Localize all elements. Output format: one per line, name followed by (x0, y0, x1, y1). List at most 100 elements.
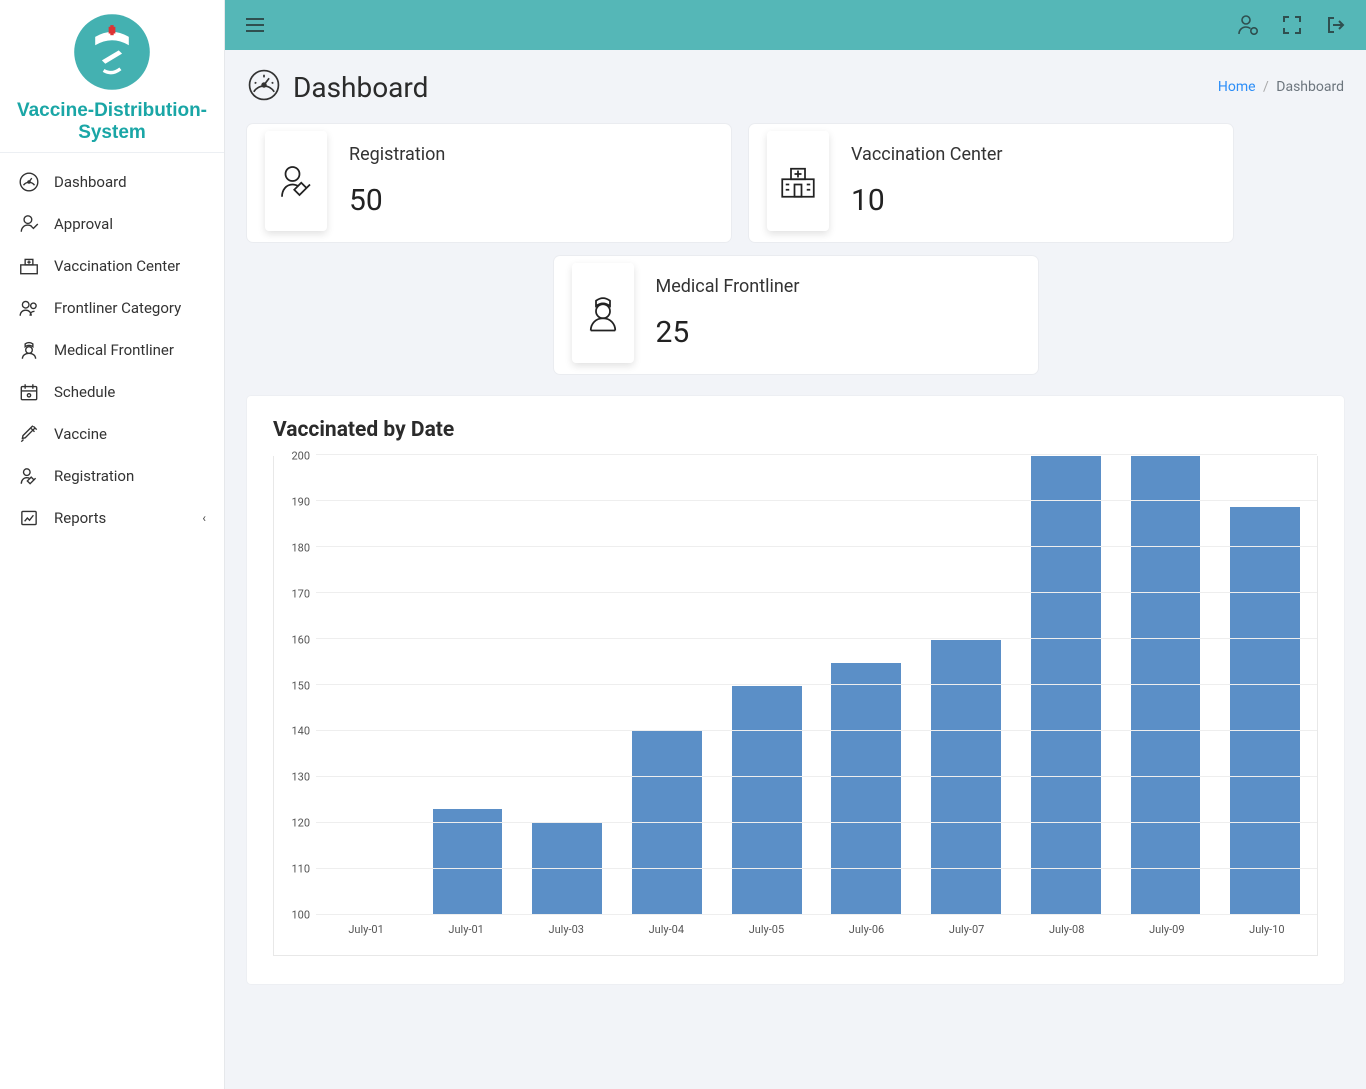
y-tick: 190 (291, 495, 310, 508)
chevron-left-icon: ‹ (202, 511, 206, 525)
chart-panel: Vaccinated by Date 100 110 120 130 140 150 160… (247, 396, 1344, 984)
people-icon (18, 297, 40, 319)
y-tick: 100 (291, 909, 310, 922)
bar-slot (418, 456, 518, 915)
sidebar-item-frontliner-category[interactable]: Frontliner Category (0, 287, 224, 329)
sidebar-item-label: Schedule (54, 383, 115, 401)
bar-slot (617, 456, 717, 915)
stat-card-medical-frontliner: Medical Frontliner 25 (554, 256, 1038, 374)
bar (1131, 456, 1201, 915)
brand-logo (70, 10, 154, 98)
sidebar-item-vaccine[interactable]: Vaccine (0, 413, 224, 455)
fullscreen-icon[interactable] (1280, 13, 1304, 37)
bar (632, 731, 702, 915)
breadcrumb-separator: / (1263, 79, 1269, 95)
sidebar-item-registration[interactable]: Registration (0, 455, 224, 497)
x-label: July-10 (1217, 923, 1317, 936)
sidebar-item-medical-frontliner[interactable]: Medical Frontliner (0, 329, 224, 371)
approval-icon (18, 213, 40, 235)
stat-value: 10 (851, 183, 1209, 218)
y-tick: 120 (291, 817, 310, 830)
grid-line (316, 454, 1317, 455)
brand-title: Vaccine-Distribution-System (0, 100, 224, 144)
breadcrumb-current: Dashboard (1276, 79, 1344, 95)
bar-slot (517, 456, 617, 915)
grid-line (316, 822, 1317, 823)
stat-value: 25 (656, 315, 1014, 350)
chart-plot (316, 456, 1317, 915)
y-tick: 200 (291, 450, 310, 463)
y-tick: 130 (291, 771, 310, 784)
sidebar-item-vaccination-center[interactable]: Vaccination Center (0, 245, 224, 287)
breadcrumb-home[interactable]: Home (1218, 79, 1256, 95)
grid-line (316, 500, 1317, 501)
grid-line (316, 776, 1317, 777)
y-tick: 140 (291, 725, 310, 738)
chart-title: Vaccinated by Date (273, 418, 1318, 442)
bar (1230, 507, 1300, 916)
page-header: Dashboard Home / Dashboard (247, 68, 1344, 106)
page-title: Dashboard (293, 71, 428, 104)
bar (433, 809, 503, 915)
user-settings-icon[interactable] (1236, 13, 1260, 37)
menu-toggle-icon[interactable] (243, 13, 267, 37)
grid-line (316, 730, 1317, 731)
stat-card-vaccination-center: Vaccination Center 10 (749, 124, 1233, 242)
hospital-icon (18, 255, 40, 277)
sidebar-item-dashboard[interactable]: Dashboard (0, 161, 224, 203)
stat-card-registration: Registration 50 (247, 124, 731, 242)
sidebar-item-label: Reports (54, 509, 106, 527)
x-label: July-01 (416, 923, 516, 936)
y-tick: 150 (291, 679, 310, 692)
y-tick: 160 (291, 633, 310, 646)
y-tick: 180 (291, 541, 310, 554)
sidebar-item-reports[interactable]: Reports ‹ (0, 497, 224, 539)
stat-label: Medical Frontliner (656, 276, 1014, 297)
bar-slot (717, 456, 817, 915)
sidebar-item-label: Medical Frontliner (54, 341, 174, 359)
bar (732, 686, 802, 916)
x-label: July-03 (516, 923, 616, 936)
bar-slot (817, 456, 917, 915)
sidebar: Vaccine-Distribution-System Dashboard App… (0, 0, 225, 1089)
logout-icon[interactable] (1324, 13, 1348, 37)
calendar-icon (18, 381, 40, 403)
topbar (225, 0, 1366, 50)
stat-value: 50 (349, 183, 707, 218)
x-label: July-05 (716, 923, 816, 936)
sidebar-item-approval[interactable]: Approval (0, 203, 224, 245)
x-label: July-01 (316, 923, 416, 936)
sidebar-item-label: Dashboard (54, 173, 127, 191)
stat-label: Registration (349, 144, 707, 165)
register-icon (18, 465, 40, 487)
bar-slot (1016, 456, 1116, 915)
sidebar-item-label: Registration (54, 467, 134, 485)
nurse-icon (18, 339, 40, 361)
x-label: July-07 (917, 923, 1017, 936)
sidebar-item-label: Vaccine (54, 425, 107, 443)
dashboard-gauge-icon (247, 68, 281, 106)
y-tick: 110 (291, 863, 310, 876)
sidebar-item-schedule[interactable]: Schedule (0, 371, 224, 413)
bar (831, 663, 901, 915)
report-icon (18, 507, 40, 529)
hospital-big-icon (767, 131, 829, 231)
stat-cards-row: Registration 50 Vaccination Center 10 (247, 124, 1344, 242)
grid-line (316, 592, 1317, 593)
content: Dashboard Home / Dashboard Registration … (225, 50, 1366, 1089)
grid-line (316, 546, 1317, 547)
sidebar-item-label: Frontliner Category (54, 299, 181, 317)
grid-line (316, 638, 1317, 639)
grid-line (316, 914, 1317, 915)
y-tick: 170 (291, 587, 310, 600)
sidebar-header: Vaccine-Distribution-System (0, 0, 224, 153)
x-label: July-09 (1117, 923, 1217, 936)
bar (931, 640, 1001, 915)
bar-slot (1116, 456, 1216, 915)
grid-line (316, 868, 1317, 869)
bar-slot (318, 456, 418, 915)
nurse-big-icon (572, 263, 634, 363)
x-label: July-06 (816, 923, 916, 936)
sidebar-item-label: Vaccination Center (54, 257, 180, 275)
register-big-icon (265, 131, 327, 231)
